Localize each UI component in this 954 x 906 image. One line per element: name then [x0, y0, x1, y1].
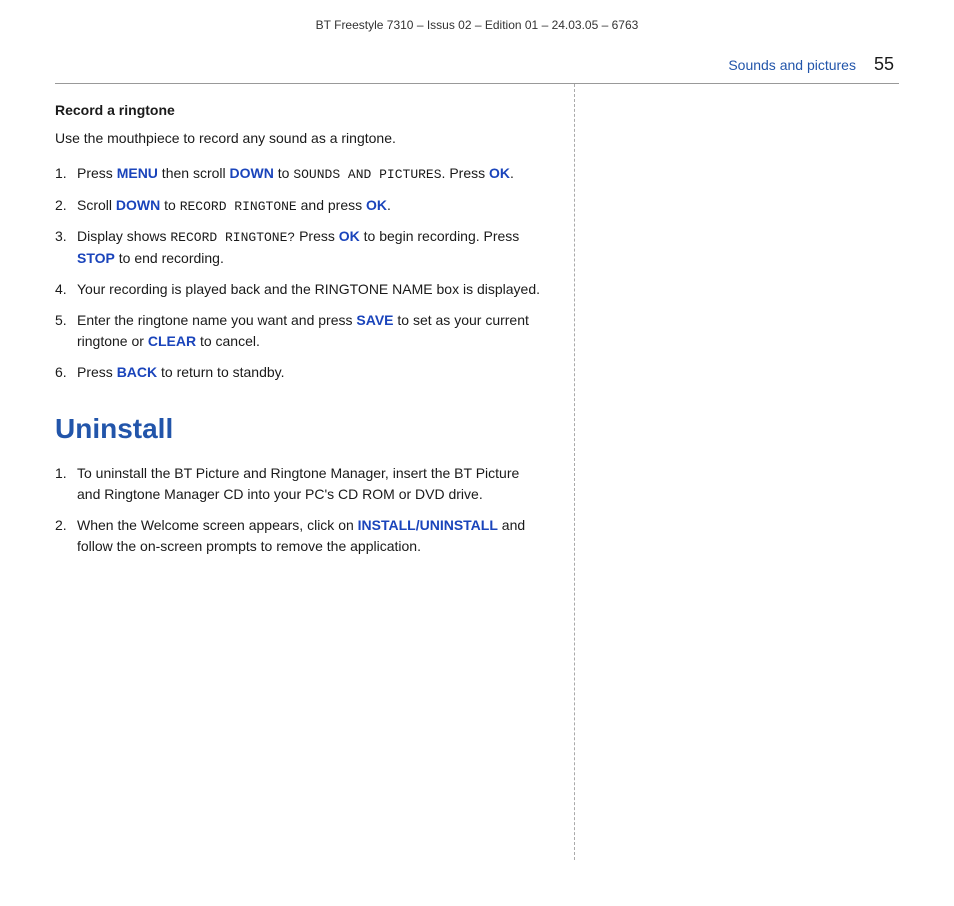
uninstall-section: Uninstall 1. To uninstall the BT Picture… — [55, 413, 544, 557]
section-title: Sounds and pictures — [728, 57, 856, 73]
step-number: 2. — [55, 195, 77, 217]
keyword-ok: OK — [339, 228, 360, 244]
content-area: Record a ringtone Use the mouthpiece to … — [55, 84, 899, 860]
step-number: 5. — [55, 310, 77, 352]
step-number: 6. — [55, 362, 77, 383]
left-column: Record a ringtone Use the mouthpiece to … — [55, 84, 575, 860]
step-content: Press MENU then scroll DOWN to SOUNDS AN… — [77, 163, 544, 185]
list-item: 3. Display shows RECORD RINGTONE? Press … — [55, 226, 544, 269]
step-content: Enter the ringtone name you want and pre… — [77, 310, 544, 352]
list-item: 2. When the Welcome screen appears, clic… — [55, 515, 544, 557]
display-text: RECORD RINGTONE? — [170, 230, 295, 245]
step-content: Scroll DOWN to RECORD RINGTONE and press… — [77, 195, 544, 217]
record-ringtone-section: Record a ringtone Use the mouthpiece to … — [55, 102, 544, 383]
page-number: 55 — [874, 54, 894, 75]
list-item: 1. To uninstall the BT Picture and Ringt… — [55, 463, 544, 505]
step-content: To uninstall the BT Picture and Ringtone… — [77, 463, 544, 505]
keyword-down: DOWN — [230, 165, 274, 181]
step-number: 1. — [55, 463, 77, 505]
keyword-back: BACK — [117, 364, 157, 380]
step-number: 2. — [55, 515, 77, 557]
step-content: Press BACK to return to standby. — [77, 362, 544, 383]
keyword-menu: MENU — [117, 165, 158, 181]
record-ringtone-heading: Record a ringtone — [55, 102, 544, 118]
keyword-down: DOWN — [116, 197, 160, 213]
list-item: 2. Scroll DOWN to RECORD RINGTONE and pr… — [55, 195, 544, 217]
record-ringtone-intro: Use the mouthpiece to record any sound a… — [55, 128, 544, 149]
step-content: Your recording is played back and the RI… — [77, 279, 544, 300]
keyword-ok: OK — [489, 165, 510, 181]
list-item: 5. Enter the ringtone name you want and … — [55, 310, 544, 352]
step-content: Display shows RECORD RINGTONE? Press OK … — [77, 226, 544, 269]
step-content: When the Welcome screen appears, click o… — [77, 515, 544, 557]
keyword-stop: STOP — [77, 250, 115, 266]
list-item: 6. Press BACK to return to standby. — [55, 362, 544, 383]
keyword-clear: CLEAR — [148, 333, 196, 349]
keyword-ok: OK — [366, 197, 387, 213]
step-number: 3. — [55, 226, 77, 269]
page-header: BT Freestyle 7310 – Issus 02 – Edition 0… — [0, 0, 954, 32]
uninstall-title: Uninstall — [55, 413, 544, 445]
header-text: BT Freestyle 7310 – Issus 02 – Edition 0… — [316, 18, 639, 32]
list-item: 4. Your recording is played back and the… — [55, 279, 544, 300]
section-header: Sounds and pictures 55 — [0, 32, 954, 83]
page-container: BT Freestyle 7310 – Issus 02 – Edition 0… — [0, 0, 954, 906]
menu-item: SOUNDS AND PICTURES — [293, 167, 441, 182]
right-column — [575, 84, 899, 860]
keyword-save: SAVE — [356, 312, 393, 328]
step-number: 1. — [55, 163, 77, 185]
list-item: 1. Press MENU then scroll DOWN to SOUNDS… — [55, 163, 544, 185]
uninstall-list: 1. To uninstall the BT Picture and Ringt… — [55, 463, 544, 557]
step-number: 4. — [55, 279, 77, 300]
menu-item: RECORD RINGTONE — [180, 199, 297, 214]
keyword-install-uninstall: INSTALL/UNINSTALL — [358, 517, 498, 533]
record-ringtone-list: 1. Press MENU then scroll DOWN to SOUNDS… — [55, 163, 544, 383]
